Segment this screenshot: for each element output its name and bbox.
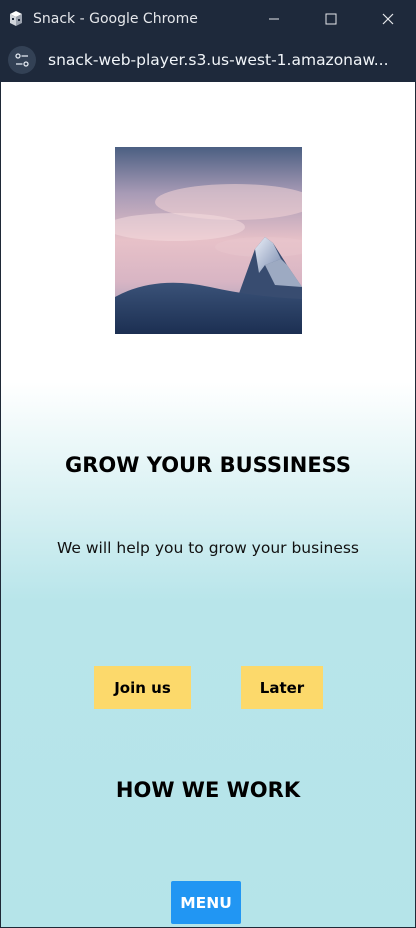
minimize-icon bbox=[268, 18, 279, 20]
later-button[interactable]: Later bbox=[241, 666, 323, 709]
mountain-photo bbox=[115, 147, 302, 334]
join-us-button[interactable]: Join us bbox=[94, 666, 191, 709]
address-bar: snack-web-player.s3.us-west-1.amazonaw..… bbox=[0, 38, 416, 82]
site-settings-button[interactable] bbox=[8, 46, 36, 74]
menu-button[interactable]: MENU bbox=[171, 881, 241, 924]
maximize-icon bbox=[325, 13, 336, 25]
tune-icon bbox=[15, 53, 29, 67]
window-frame-left bbox=[0, 82, 1, 928]
page-viewport: GROW YOUR BUSSINESS We will help you to … bbox=[1, 82, 415, 927]
browser-window: Snack - Google Chrome snack-web-player.s… bbox=[0, 0, 416, 928]
section-title-how-we-work: HOW WE WORK bbox=[115, 778, 301, 802]
url-field[interactable]: snack-web-player.s3.us-west-1.amazonaw..… bbox=[48, 51, 398, 69]
minimize-button[interactable] bbox=[245, 0, 302, 38]
maximize-button[interactable] bbox=[302, 0, 359, 38]
close-button[interactable] bbox=[359, 0, 416, 38]
subheadline: We will help you to grow your business bbox=[56, 539, 360, 557]
window-controls bbox=[245, 0, 416, 38]
window-title: Snack - Google Chrome bbox=[33, 11, 198, 27]
headline: GROW YOUR BUSSINESS bbox=[65, 453, 351, 477]
snack-app-icon bbox=[7, 10, 25, 28]
title-bar: Snack - Google Chrome bbox=[0, 0, 416, 38]
close-icon bbox=[382, 13, 393, 25]
